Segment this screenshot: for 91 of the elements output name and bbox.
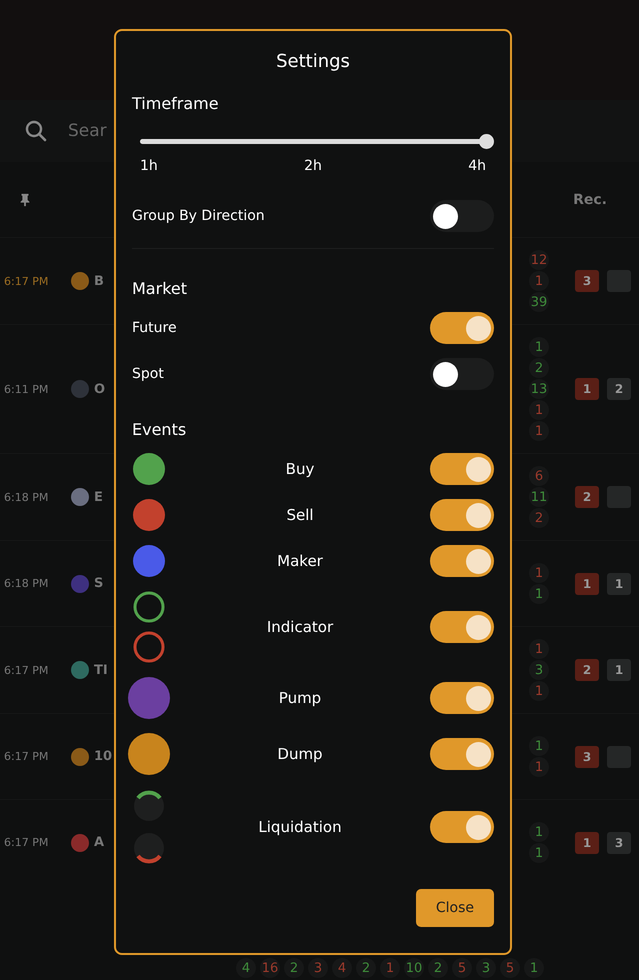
event-count: 1 <box>529 757 549 777</box>
event-count: 3 <box>308 958 328 978</box>
toggle-switch[interactable] <box>430 611 494 643</box>
time-label: 6:17 PM <box>4 836 50 849</box>
toggle-switch[interactable] <box>430 811 494 843</box>
event-count: 39 <box>529 292 549 312</box>
event-count: 1 <box>529 639 549 659</box>
toggle-switch[interactable] <box>430 499 494 531</box>
event-count: 1 <box>529 736 549 756</box>
event-count: 1 <box>524 958 544 978</box>
toggle-switch[interactable] <box>430 358 494 390</box>
sell-record-badge: 1 <box>575 572 599 594</box>
toggle-switch[interactable] <box>430 312 494 344</box>
event-count: 4 <box>236 958 256 978</box>
event-count: 1 <box>529 337 549 357</box>
dialog-title: Settings <box>275 51 351 72</box>
toggle-switch[interactable] <box>430 545 494 577</box>
sell-record-badge: 2 <box>575 659 599 681</box>
toggle-switch[interactable] <box>430 682 494 714</box>
event-count: 10 <box>404 958 424 978</box>
search-icon[interactable] <box>24 119 48 143</box>
rec-column-header: Rec. <box>573 192 607 208</box>
sell-record-badge: 1 <box>575 378 599 400</box>
event-count: 3 <box>476 958 496 978</box>
tick-label: 1h <box>140 158 158 174</box>
option-label: Future <box>132 320 177 336</box>
event-count: 1 <box>529 421 549 441</box>
time-label: 6:11 PM <box>4 382 50 396</box>
event-count: 4 <box>332 958 352 978</box>
event-count: 2 <box>529 508 549 528</box>
section-heading: Timeframe <box>132 94 220 113</box>
ticker-label: 10 <box>94 749 112 764</box>
event-count: 13 <box>529 379 549 399</box>
close-button[interactable]: Close <box>416 889 494 927</box>
buy-record-badge: 2 <box>607 378 631 400</box>
option-label: Group By Direction <box>132 208 265 224</box>
ticker-label: B <box>94 274 104 288</box>
ticker-label: S <box>94 576 104 591</box>
time-label: 6:17 PM <box>4 274 50 288</box>
event-count: 1 <box>529 563 549 583</box>
ticker-label: A <box>94 835 104 850</box>
event-count: 2 <box>356 958 376 978</box>
ticker-label: O <box>94 382 106 396</box>
event-count: 1 <box>529 681 549 701</box>
event-count: 2 <box>428 958 448 978</box>
event-label: Maker <box>276 552 324 570</box>
search-field[interactable]: Sear <box>66 120 270 142</box>
option-label: Spot <box>132 366 164 382</box>
event-count: 5 <box>452 958 472 978</box>
event-count: 1 <box>529 843 549 863</box>
event-label: Pump <box>278 689 322 707</box>
event-count: 3 <box>529 660 549 680</box>
ticker-label: TI <box>94 662 108 678</box>
event-label: Sell <box>285 506 315 524</box>
toggle-switch[interactable] <box>430 453 494 485</box>
tick-label: 2h <box>304 158 322 174</box>
sell-record-badge: 1 <box>575 832 599 854</box>
section-heading: Market <box>132 279 188 298</box>
event-label: Buy <box>284 460 316 478</box>
time-label: 6:18 PM <box>4 490 50 504</box>
ticker-label: E <box>94 490 103 504</box>
event-count: 1 <box>529 822 549 842</box>
sell-record-badge: 3 <box>575 746 599 768</box>
sell-record-badge: 3 <box>575 270 599 292</box>
event-count: 16 <box>260 958 280 978</box>
toggle-switch[interactable] <box>430 200 494 232</box>
time-label: 6:17 PM <box>4 750 50 763</box>
time-label: 6:17 PM <box>4 664 50 676</box>
event-count: 6 <box>529 466 549 486</box>
buy-record-badge: 3 <box>607 832 631 854</box>
event-count: 11 <box>529 487 549 507</box>
tick-label: 4h <box>468 158 486 174</box>
sell-record-badge: 2 <box>575 486 599 508</box>
event-count: 1 <box>529 271 549 291</box>
event-label: Indicator <box>266 618 334 636</box>
event-count: 2 <box>284 958 304 978</box>
pin-icon[interactable] <box>18 192 32 208</box>
buy-record-badge: 1 <box>607 572 631 594</box>
event-count: 1 <box>380 958 400 978</box>
event-count: 12 <box>529 250 549 270</box>
event-count: 1 <box>529 400 549 420</box>
toggle-switch[interactable] <box>430 738 494 770</box>
event-count: 5 <box>500 958 520 978</box>
event-label: Liquidation <box>257 818 343 836</box>
event-count: 1 <box>529 584 549 604</box>
slider-thumb[interactable] <box>479 134 494 149</box>
event-label: Dump <box>276 745 324 763</box>
event-count: 2 <box>529 358 549 378</box>
buy-record-badge: 1 <box>607 659 631 681</box>
section-heading: Events <box>132 420 188 439</box>
time-label: 6:18 PM <box>4 577 50 590</box>
